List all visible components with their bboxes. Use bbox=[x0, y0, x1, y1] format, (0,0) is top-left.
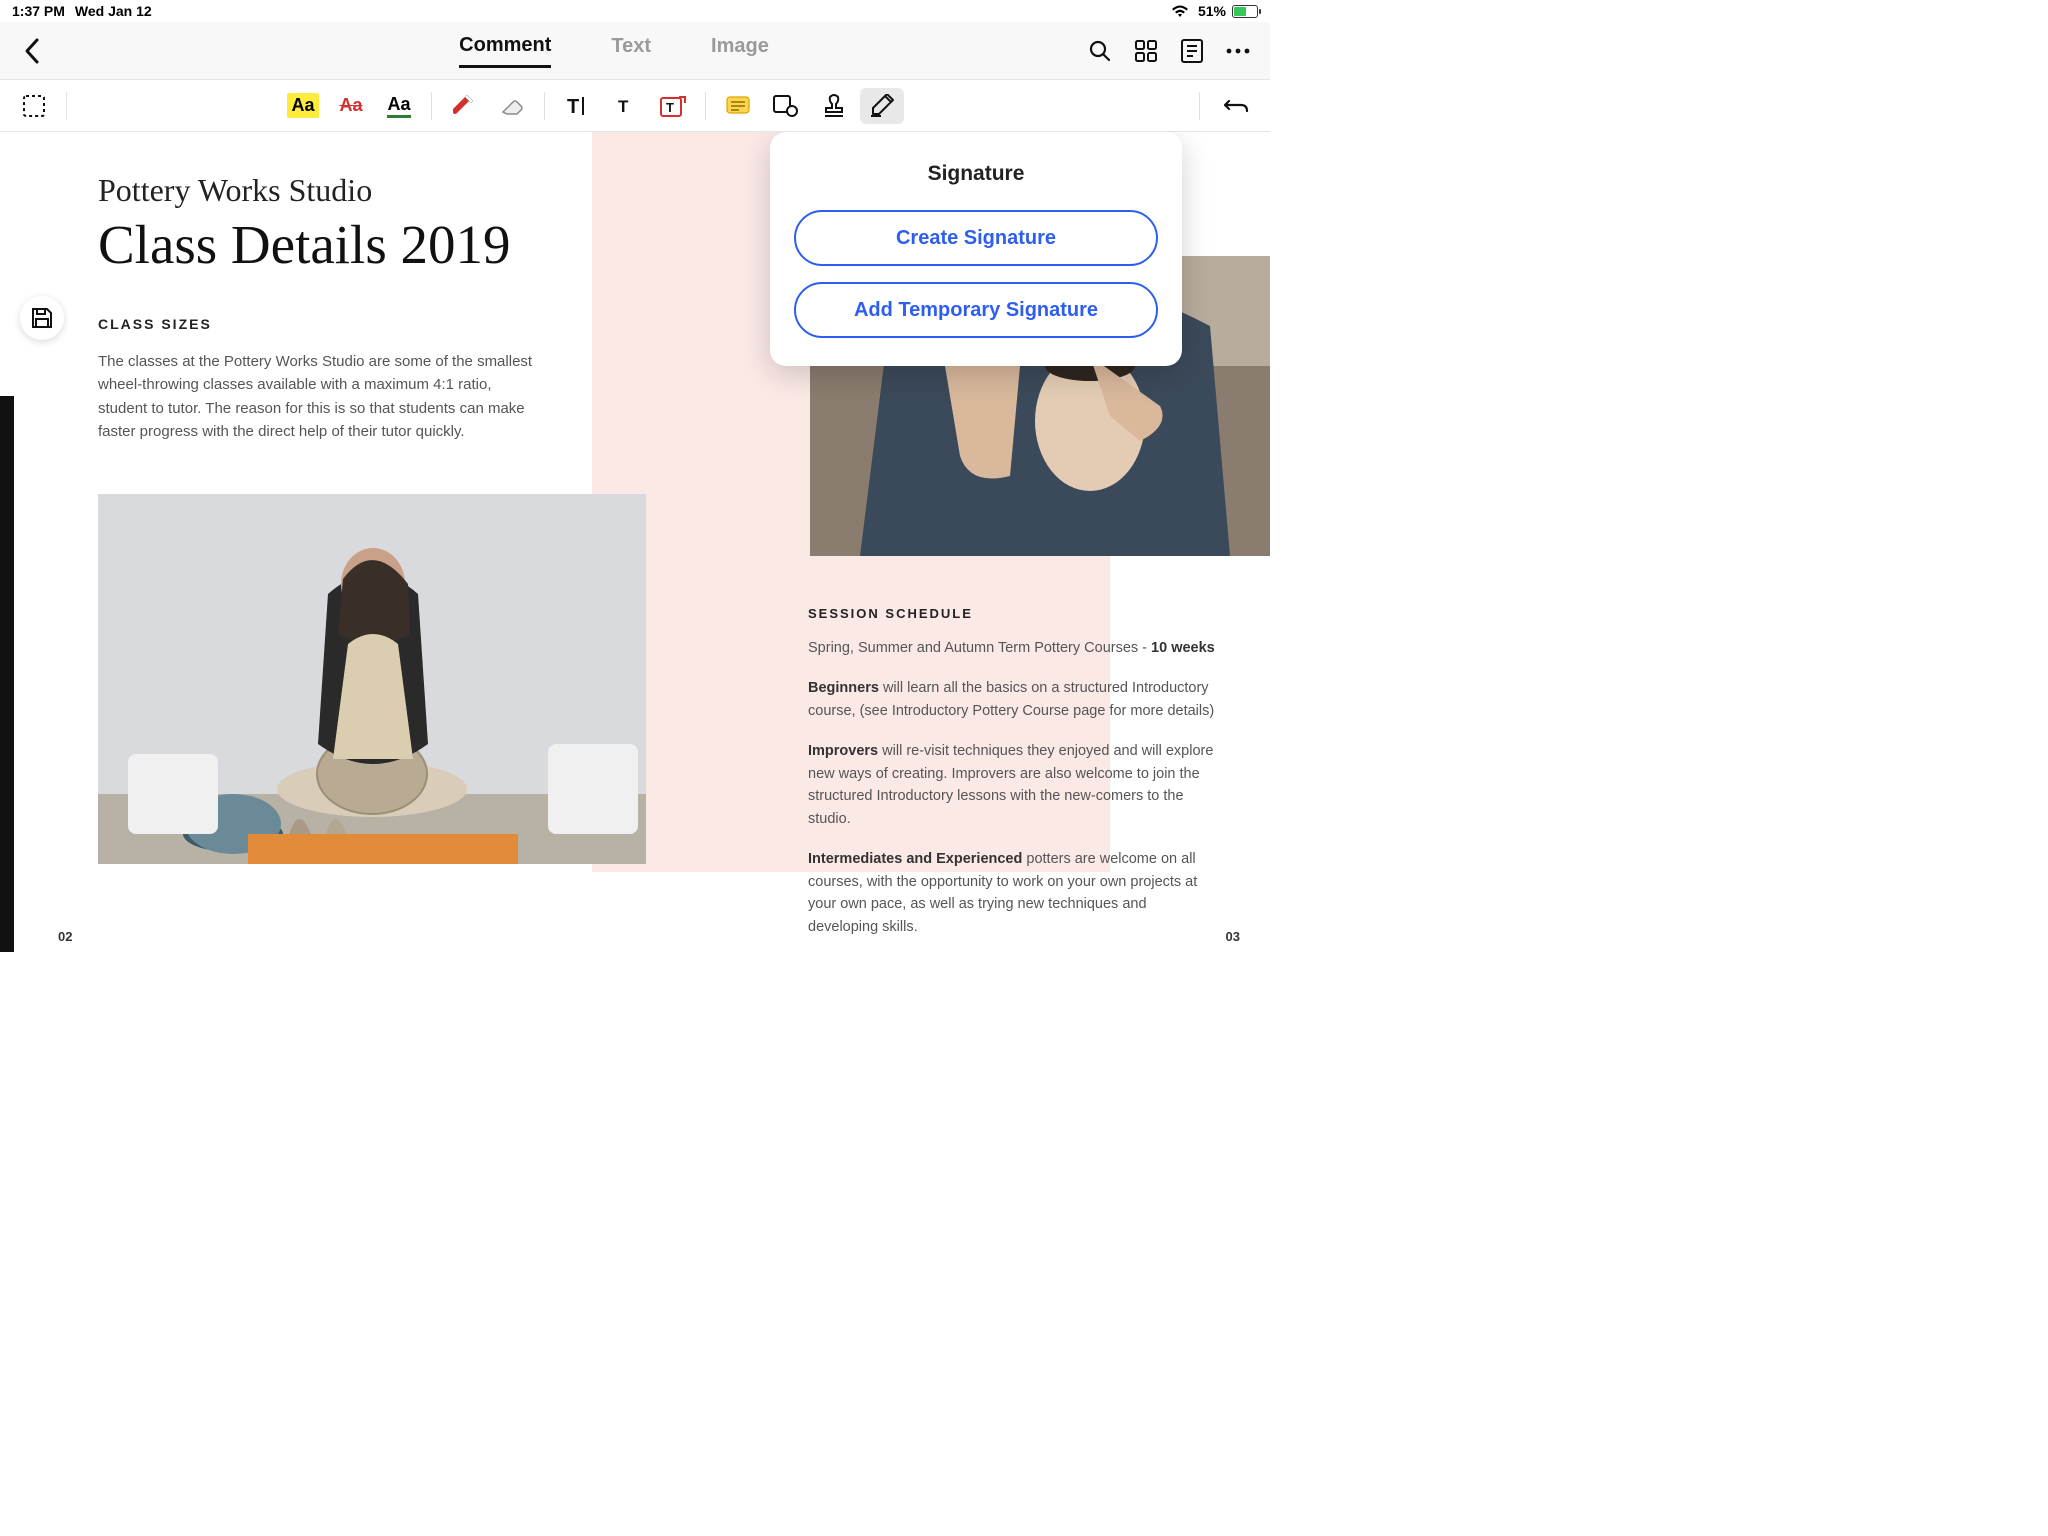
shape-tool[interactable] bbox=[764, 88, 808, 124]
svg-text:T: T bbox=[666, 100, 674, 115]
stamp-tool[interactable] bbox=[812, 88, 856, 124]
text-cursor-tool[interactable]: T bbox=[555, 88, 599, 124]
divider bbox=[431, 92, 432, 120]
note-tool[interactable] bbox=[716, 88, 760, 124]
improvers-label: Improvers bbox=[808, 743, 878, 759]
status-bar: 1:37 PM Wed Jan 12 51% bbox=[0, 0, 1270, 22]
wifi-icon bbox=[1168, 0, 1192, 23]
text-tool[interactable]: T bbox=[603, 88, 647, 124]
signature-popover: Signature Create Signature Add Temporary… bbox=[770, 132, 1182, 366]
beginners-label: Beginners bbox=[808, 680, 879, 696]
divider bbox=[705, 92, 706, 120]
beginners-paragraph: Beginners will learn all the basics on a… bbox=[808, 677, 1218, 722]
intermediates-paragraph: Intermediates and Experienced potters ar… bbox=[808, 848, 1218, 938]
strikethrough-tool[interactable]: Aa bbox=[329, 88, 373, 124]
session-intro-text: Spring, Summer and Autumn Term Pottery C… bbox=[808, 640, 1151, 656]
class-sizes-body: The classes at the Pottery Works Studio … bbox=[98, 350, 538, 443]
svg-text:T: T bbox=[618, 97, 629, 115]
divider bbox=[544, 92, 545, 120]
textbox-tool[interactable]: T bbox=[651, 88, 695, 124]
session-duration: 10 weeks bbox=[1151, 640, 1215, 656]
eraser-tool[interactable] bbox=[490, 88, 534, 124]
annotation-toolbar: Aa Aa Aa T T T bbox=[0, 80, 1270, 132]
prev-page-edge bbox=[0, 396, 14, 952]
page-number-left: 02 bbox=[58, 929, 72, 944]
highlight-tool[interactable]: Aa bbox=[281, 88, 325, 124]
battery-percent: 51% bbox=[1198, 3, 1226, 19]
status-time: 1:37 PM bbox=[12, 3, 65, 19]
ink-tool[interactable] bbox=[442, 88, 486, 124]
document-viewport[interactable]: Pottery Works Studio Class Details 2019 … bbox=[0, 132, 1270, 952]
save-button[interactable] bbox=[20, 296, 64, 340]
tab-image[interactable]: Image bbox=[711, 35, 769, 66]
page-number-right: 03 bbox=[1226, 929, 1240, 944]
add-temporary-signature-button[interactable]: Add Temporary Signature bbox=[794, 282, 1158, 338]
divider bbox=[1199, 92, 1200, 120]
session-schedule-heading: SESSION SCHEDULE bbox=[808, 606, 1218, 621]
grid-icon[interactable] bbox=[1134, 39, 1158, 63]
svg-text:T: T bbox=[567, 96, 579, 117]
status-date: Wed Jan 12 bbox=[75, 3, 152, 19]
divider bbox=[66, 92, 67, 120]
class-sizes-heading: CLASS SIZES bbox=[98, 316, 658, 332]
page-title: Class Details 2019 bbox=[98, 213, 658, 276]
search-icon[interactable] bbox=[1088, 39, 1112, 63]
studio-name: Pottery Works Studio bbox=[98, 172, 658, 209]
outline-icon[interactable] bbox=[1180, 39, 1204, 63]
popover-title: Signature bbox=[794, 162, 1158, 186]
pottery-photo-left bbox=[98, 494, 646, 864]
undo-button[interactable] bbox=[1214, 88, 1258, 124]
battery-icon bbox=[1232, 5, 1258, 18]
improvers-paragraph: Improvers will re-visit techniques they … bbox=[808, 740, 1218, 830]
more-icon[interactable] bbox=[1226, 39, 1250, 63]
signature-tool[interactable] bbox=[860, 88, 904, 124]
select-area-tool[interactable] bbox=[12, 88, 56, 124]
underline-tool[interactable]: Aa bbox=[377, 88, 421, 124]
create-signature-button[interactable]: Create Signature bbox=[794, 210, 1158, 266]
tab-text[interactable]: Text bbox=[611, 35, 651, 66]
top-nav: Comment Text Image bbox=[0, 22, 1270, 80]
back-button[interactable] bbox=[20, 39, 44, 63]
intermediates-label: Intermediates and Experienced bbox=[808, 851, 1022, 867]
session-intro: Spring, Summer and Autumn Term Pottery C… bbox=[808, 637, 1218, 659]
tab-comment[interactable]: Comment bbox=[459, 34, 551, 68]
